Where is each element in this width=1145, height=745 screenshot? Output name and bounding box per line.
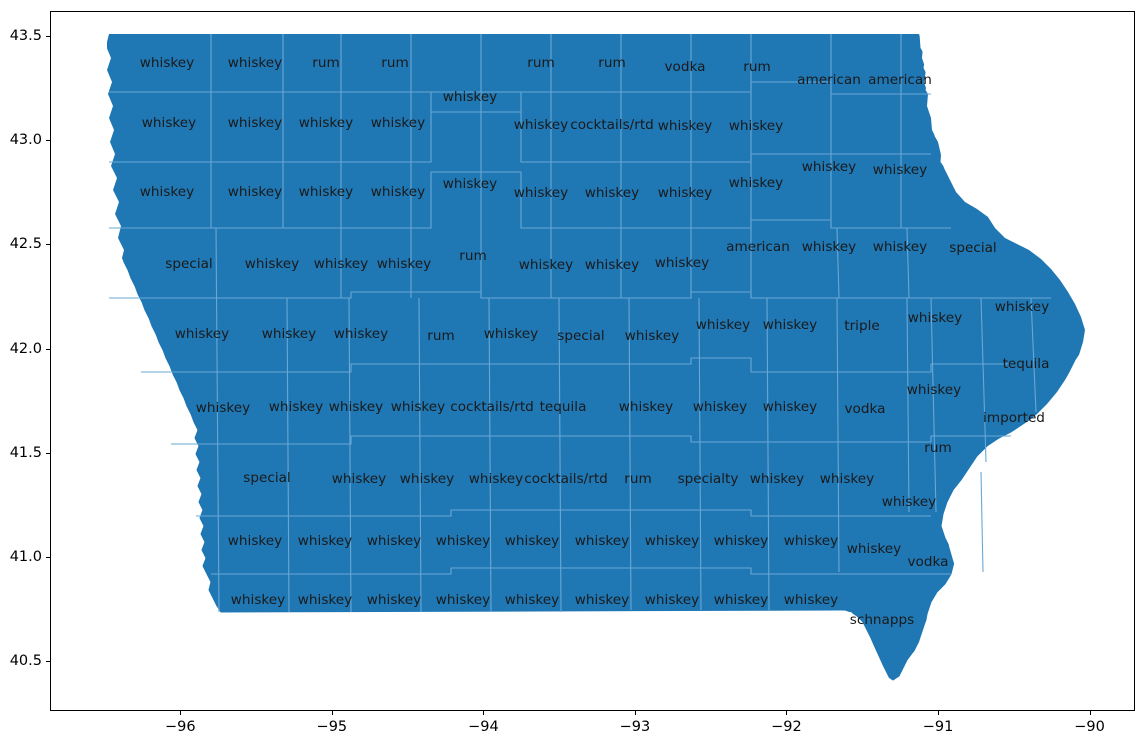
y-tick-mark [46,140,50,142]
y-tick-label: 42.5 [9,236,42,253]
map-axes: whiskey whiskey rum rum rum rum vodka rum americ… [50,11,1135,711]
x-tick-mark [331,711,333,715]
x-tick-mark [634,711,636,715]
y-tick-mark [46,556,50,558]
y-tick-label: 40.5 [9,653,42,669]
x-tick-mark [786,711,788,715]
x-tick-mark [1089,711,1091,715]
matplotlib-figure: whiskey whiskey rum rum rum rum vodka rum americ… [0,0,1145,745]
y-tick-label: 42.0 [9,340,42,357]
y-tick-mark [46,661,50,662]
x-tick-mark [938,711,939,715]
map-geometry-layer [51,12,1134,710]
y-tick-label: 43.5 [9,28,42,44]
y-tick-label: 43.0 [9,132,42,149]
mask-north-left [51,12,1134,34]
y-tick-mark [46,452,50,454]
y-tick-mark [46,244,50,246]
y-tick-label: 41.0 [9,548,42,565]
x-tick-label: −93 [619,719,651,735]
x-tick-label: −95 [316,719,348,735]
x-tick-label: −96 [165,719,196,735]
y-tick-mark [46,348,50,350]
x-tick-label: −94 [468,719,499,735]
iowa-counties-svg [51,12,1134,710]
x-tick-label: −90 [1074,719,1105,735]
x-tick-mark [180,711,182,715]
x-tick-label: −92 [771,719,802,735]
y-tick-mark [46,36,50,37]
y-tick-label: 41.5 [9,444,42,461]
x-tick-mark [483,711,485,715]
x-tick-label: −91 [922,719,954,735]
